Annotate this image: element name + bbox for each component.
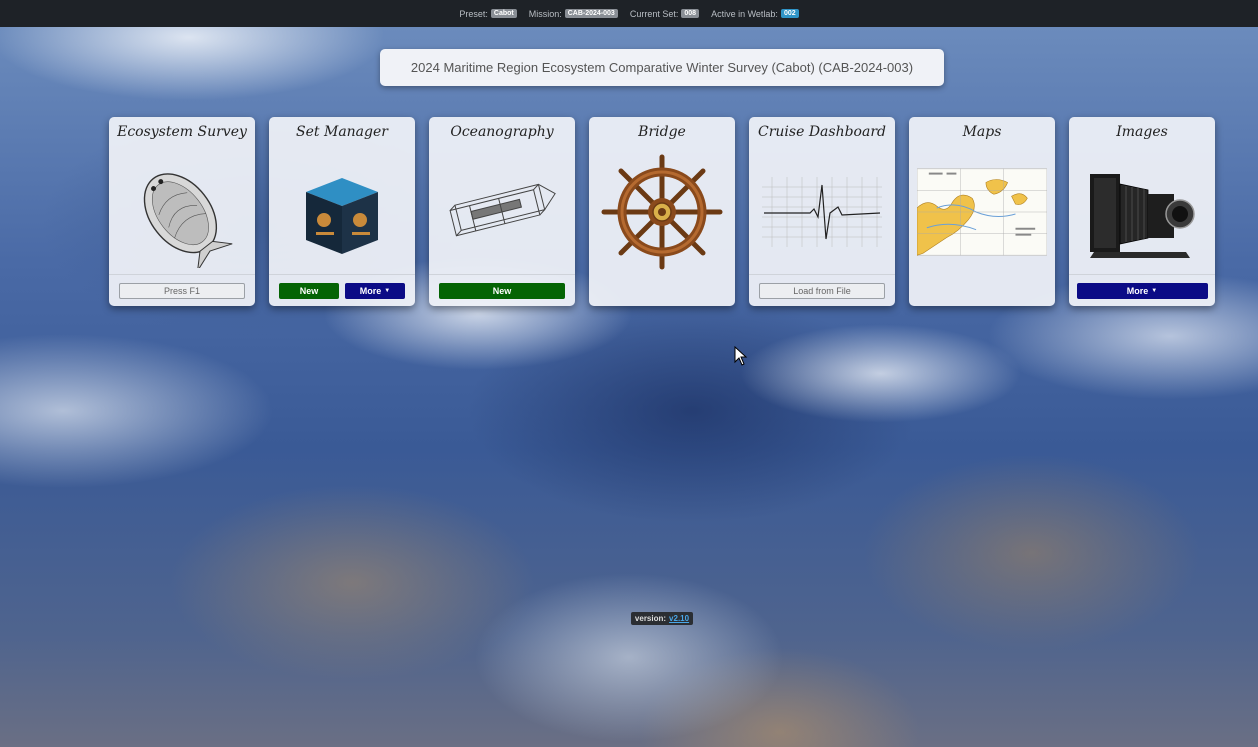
preset-badge: Cabot <box>490 9 517 18</box>
card-title: Set Manager <box>296 124 388 140</box>
preset-status: Preset: Cabot <box>459 8 517 19</box>
press-f1-button[interactable]: Press F1 <box>119 282 245 299</box>
preset-label: Preset: <box>459 8 488 19</box>
vintage-camera-icon[interactable] <box>1077 153 1207 271</box>
card-footer: More ▼ <box>1069 274 1215 306</box>
card-bridge[interactable]: Bridge <box>589 117 735 306</box>
version-badge: version: v2.10 <box>631 612 693 625</box>
card-set-manager[interactable]: Set Manager New More ▼ <box>269 117 415 306</box>
more-label: More <box>359 285 382 296</box>
set-more-dropdown[interactable]: More ▼ <box>345 282 405 299</box>
wetlab-status: Active in Wetlab: 002 <box>711 9 799 19</box>
version-link[interactable]: v2.10 <box>669 614 689 623</box>
card-title: Maps <box>962 124 1002 140</box>
card-title: Oceanography <box>450 124 554 140</box>
version-label: version: <box>634 614 667 623</box>
card-cruise-dashboard[interactable]: Cruise Dashboard Load from File <box>749 117 895 306</box>
ctd-instrument-icon[interactable] <box>437 153 567 271</box>
load-from-file-button[interactable]: Load from File <box>759 282 885 299</box>
card-title: Cruise Dashboard <box>758 124 886 140</box>
images-more-dropdown[interactable]: More ▼ <box>1076 282 1208 299</box>
wetlab-label: Active in Wetlab: <box>711 8 778 19</box>
heartbeat-chart-icon[interactable] <box>757 153 887 271</box>
caret-down-icon: ▼ <box>1151 287 1158 294</box>
mouse-cursor-icon <box>734 345 748 370</box>
mission-badge: CAB-2024-003 <box>564 9 618 18</box>
new-oceanography-button[interactable]: New <box>439 282 565 299</box>
status-bar: Preset: Cabot Mission: CAB-2024-003 Curr… <box>0 0 1258 27</box>
card-maps[interactable]: Maps <box>909 117 1055 306</box>
card-title: Images <box>1116 124 1168 140</box>
ship-wheel-icon[interactable] <box>597 153 727 271</box>
new-set-button[interactable]: New <box>279 282 339 299</box>
card-oceanography[interactable]: Oceanography New <box>429 117 575 306</box>
mission-label: Mission: <box>528 8 562 19</box>
card-title: Bridge <box>638 124 686 140</box>
wetlab-badge: 002 <box>780 9 799 18</box>
nautical-chart-icon[interactable] <box>917 153 1047 271</box>
card-title: Ecosystem Survey <box>117 124 247 140</box>
chalk-cube-icon[interactable] <box>277 153 407 271</box>
current-set-badge: 008 <box>681 9 700 18</box>
card-footer: New More ▼ <box>269 274 415 306</box>
card-images[interactable]: Images More ▼ <box>1069 117 1215 306</box>
card-footer: Load from File <box>749 274 895 306</box>
current-set-status: Current Set: 008 <box>629 8 700 19</box>
card-footer: New <box>429 274 575 306</box>
mission-title: 2024 Maritime Region Ecosystem Comparati… <box>380 49 944 86</box>
caret-down-icon: ▼ <box>384 287 391 294</box>
flatfish-icon[interactable] <box>117 153 247 271</box>
card-footer: Press F1 <box>109 274 255 306</box>
more-label: More <box>1126 285 1149 296</box>
card-ecosystem-survey[interactable]: Ecosystem Survey Press F1 <box>109 117 255 306</box>
current-set-label: Current Set: <box>629 8 679 19</box>
mission-status: Mission: CAB-2024-003 <box>529 9 618 19</box>
